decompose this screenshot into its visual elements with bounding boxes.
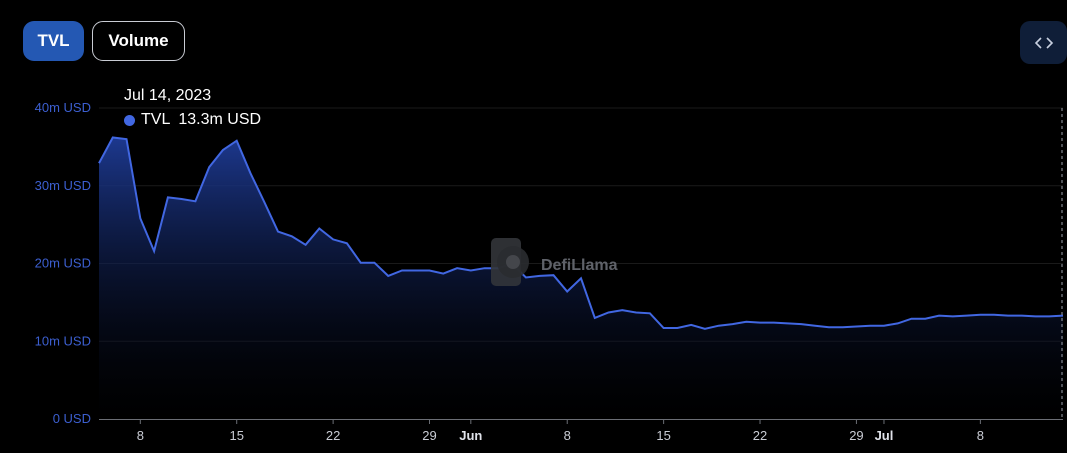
tooltip-date: Jul 14, 2023 (124, 87, 212, 104)
watermark-text: DefiLlama (541, 257, 618, 274)
y-tick-label: 30m USD (35, 178, 91, 193)
series-dot-icon (124, 114, 135, 126)
tooltip-row: TVL 13.3m USD (124, 111, 261, 129)
x-tick-label: Jul (875, 428, 894, 443)
x-tick-label: 22 (753, 428, 767, 443)
x-tick-label: 29 (422, 428, 436, 443)
y-tick-label: 0 USD (53, 411, 91, 426)
tooltip-value: 13.3m USD (178, 111, 262, 128)
y-tick-label: 10m USD (35, 333, 91, 348)
x-tick-label: 22 (326, 428, 340, 443)
y-tick-label: 40m USD (35, 100, 91, 115)
tooltip-series-name: TVL (141, 111, 171, 128)
x-tick-label: 15 (229, 428, 243, 443)
x-tick-label: 29 (849, 428, 863, 443)
hover-tooltip: Jul 14, 2023 TVL 13.3m USD (124, 86, 261, 129)
y-tick-label: 20m USD (35, 256, 91, 271)
x-tick-label: 8 (564, 428, 571, 443)
x-tick-label: 15 (656, 428, 670, 443)
x-axis: 8 15 22 29 Jun 8 15 22 29 Jul 8 (137, 419, 984, 443)
x-tick-label: 8 (137, 428, 144, 443)
y-axis: 0 USD 10m USD 20m USD 30m USD 40m USD (35, 100, 91, 426)
x-tick-label: 8 (977, 428, 984, 443)
x-tick-label: Jun (459, 428, 482, 443)
tvl-chart[interactable]: 0 USD 10m USD 20m USD 30m USD 40m USD 8 15 22 2… (0, 0, 1067, 453)
